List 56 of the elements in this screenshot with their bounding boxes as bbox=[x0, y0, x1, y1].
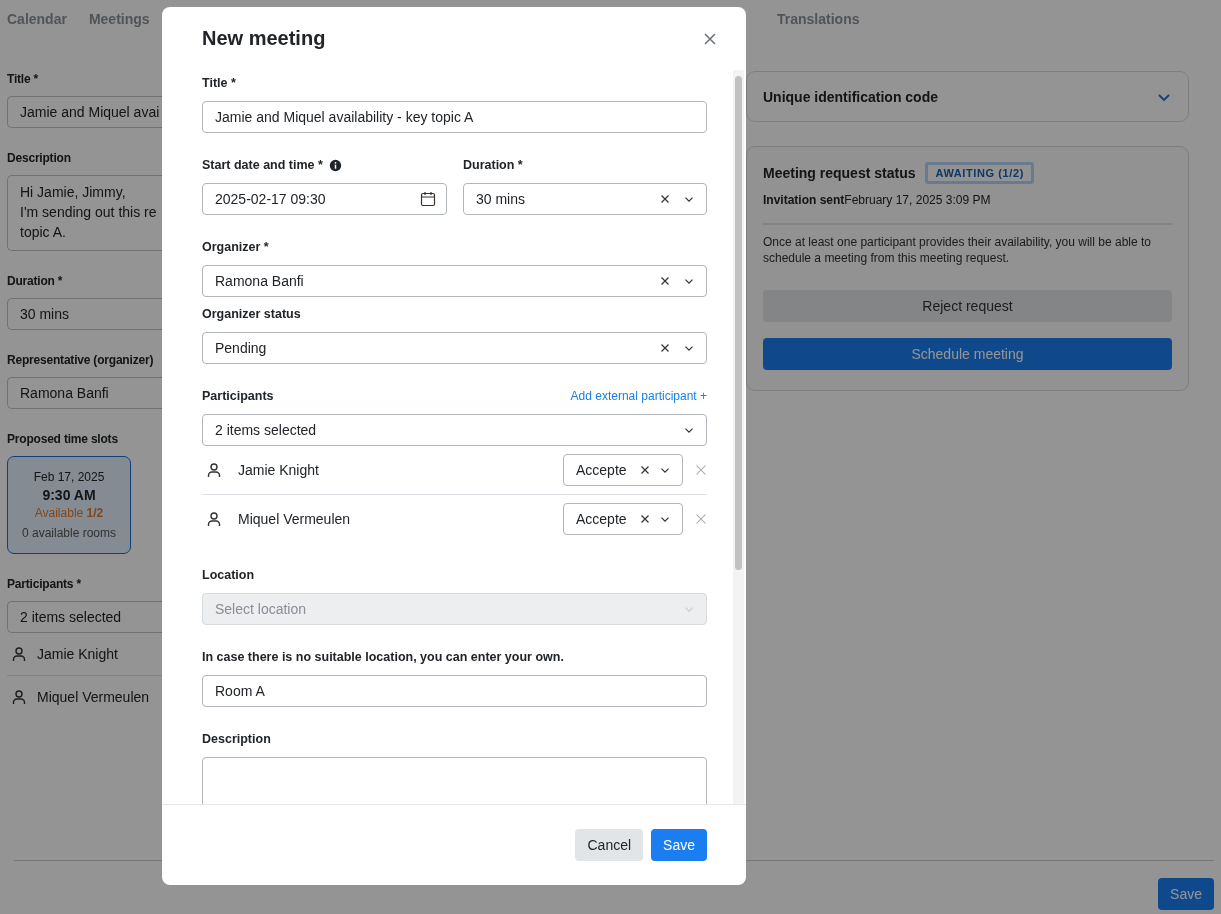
select-field[interactable]: Ramona Banfi bbox=[202, 265, 707, 297]
field-label: Participants bbox=[202, 389, 274, 403]
participants-select[interactable]: 2 items selected bbox=[7, 601, 162, 633]
person-icon bbox=[206, 462, 222, 478]
field-label: Proposed time slots bbox=[7, 431, 119, 447]
text-input[interactable]: Jamie and Miquel avai bbox=[7, 96, 162, 128]
cancel-button[interactable]: Cancel bbox=[575, 829, 644, 861]
field-label: Title * bbox=[202, 76, 236, 90]
select-field[interactable]: Pending bbox=[202, 332, 707, 364]
time-slot-card[interactable]: Feb 17, 2025 9:30 AM Available 1/2 0 available rooms bbox=[7, 456, 131, 554]
calendar-icon[interactable] bbox=[420, 191, 436, 207]
status-note: Once at least one participant provides their availability, you will be able to schedule a meeting from this meeting request. bbox=[763, 234, 1152, 266]
text-input[interactable]: Room A bbox=[202, 675, 707, 707]
field-label: Location bbox=[202, 568, 255, 582]
close-icon[interactable] bbox=[702, 30, 718, 47]
field-label: Description bbox=[7, 150, 72, 166]
participant-name: Miquel Vermeulen bbox=[37, 689, 150, 705]
field-label: Representative (organizer) bbox=[7, 352, 155, 368]
representative-select[interactable]: Ramona Banfi bbox=[7, 377, 162, 409]
status-select[interactable]: Accepte bbox=[563, 454, 683, 486]
slot-date: Feb 17, 2025 bbox=[33, 470, 105, 484]
person-icon bbox=[11, 689, 27, 705]
field-label: Participants * bbox=[7, 576, 82, 592]
date-input[interactable]: 2025-02-17 09:30 bbox=[202, 183, 447, 215]
text-input[interactable]: Jamie and Miquel availability - key topic A bbox=[202, 101, 707, 133]
field-label: Description bbox=[202, 732, 271, 746]
card-title: Unique identification code bbox=[763, 88, 938, 105]
add-participant-link[interactable]: Add external participant + bbox=[570, 389, 707, 403]
participant-name: Jamie Knight bbox=[37, 646, 118, 662]
person-icon bbox=[11, 646, 27, 662]
modal-title: New meeting bbox=[202, 27, 326, 50]
collapsible-card[interactable]: Unique identification code bbox=[746, 71, 1189, 122]
duration-select[interactable]: 30 mins bbox=[7, 298, 162, 330]
field-label: Duration * bbox=[463, 158, 523, 172]
slot-availability: Available 1/2 bbox=[34, 506, 104, 520]
save-button[interactable]: Save bbox=[651, 829, 707, 861]
card-title: Meeting request status bbox=[763, 165, 916, 181]
participant-name: Jamie Knight bbox=[238, 462, 320, 478]
field-label: Organizer * bbox=[202, 240, 269, 254]
field-label: Organizer status bbox=[202, 307, 301, 321]
select-field[interactable]: 2 items selected bbox=[202, 414, 707, 446]
status-select[interactable]: Accepte bbox=[563, 503, 683, 535]
field-label: Title * bbox=[7, 71, 40, 87]
info-icon[interactable] bbox=[328, 158, 342, 172]
invitation-sent-text: Invitation sentFebruary 17, 2025 3:09 PM bbox=[763, 193, 992, 207]
field-label: Start date and time * bbox=[202, 158, 323, 172]
participant-name: Miquel Vermeulen bbox=[238, 511, 352, 527]
field-label: Duration * bbox=[7, 273, 64, 289]
field-label: In case there is no suitable location, you can enter your own. bbox=[202, 650, 564, 664]
slot-time: 9:30 AM bbox=[42, 487, 96, 503]
status-badge: AWAITING (1/2) bbox=[925, 162, 1034, 184]
slot-rooms: 0 available rooms bbox=[21, 526, 117, 540]
reject-button[interactable]: Reject request bbox=[763, 290, 1172, 322]
select-field[interactable]: 30 mins bbox=[463, 183, 707, 215]
scrollbar[interactable] bbox=[733, 70, 744, 804]
person-icon bbox=[206, 511, 222, 527]
